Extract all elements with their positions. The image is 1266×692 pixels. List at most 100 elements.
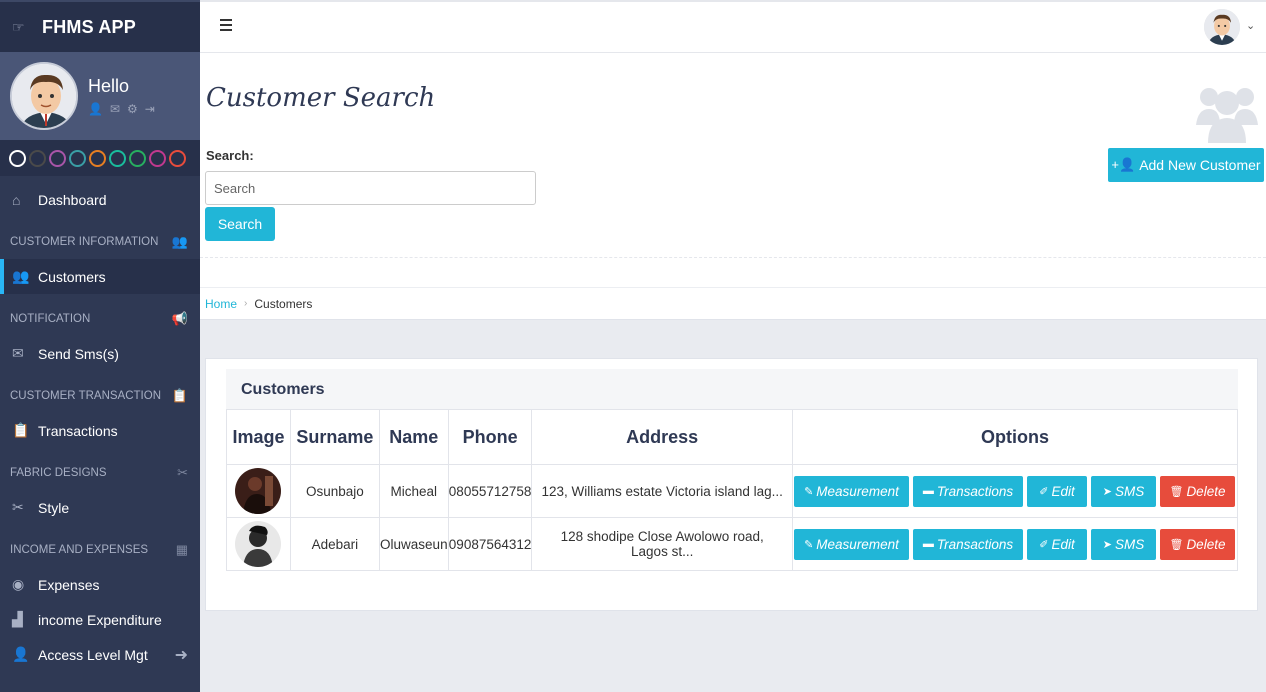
sidebar-item-dashboard[interactable]: ⌂ Dashboard — [0, 182, 200, 217]
book-icon: ▬ — [922, 538, 934, 550]
envelope-icon[interactable]: ✉ — [110, 102, 120, 116]
column-header: Options — [791, 409, 1239, 465]
table-header-row: Image Surname Name Phone Address Options — [226, 409, 1239, 465]
pencil-icon: ✎ — [804, 538, 814, 551]
user-avatar-menu[interactable] — [1204, 9, 1240, 45]
chevron-down-icon[interactable]: ⌄ — [1246, 19, 1255, 32]
column-header: Name — [378, 409, 449, 465]
theme-swatch[interactable] — [129, 149, 146, 167]
theme-swatches — [0, 140, 200, 176]
sidebar-item-label: Expenses — [38, 576, 100, 593]
column-header: Address — [531, 409, 793, 465]
edit-button[interactable]: ✐ Edit — [1026, 475, 1087, 507]
sidebar-item-label: Access Level Mgt — [38, 646, 148, 663]
surname-cell: Adebari — [289, 517, 380, 571]
hamburger-menu-icon[interactable] — [220, 19, 232, 34]
sidebar-item-income-expenditure[interactable]: ▟ income Expenditure — [0, 602, 200, 637]
section-label: NOTIFICATION — [10, 313, 91, 325]
customers-panel: Customers Image Surname Name Phone Addre… — [205, 358, 1258, 611]
user-icon[interactable]: 👤 — [88, 102, 103, 116]
send-icon: ➤ — [1102, 538, 1112, 551]
search-input[interactable] — [205, 171, 536, 205]
theme-swatch[interactable] — [49, 149, 66, 167]
page-title: Customer Search — [206, 83, 436, 113]
button-label: SMS — [1114, 536, 1145, 552]
measurement-button[interactable]: ✎ Measurement — [793, 528, 909, 560]
section-customer-transaction: CUSTOMER TRANSACTION 📋 — [0, 371, 200, 413]
sidebar-item-style[interactable]: ✂ Style — [0, 490, 200, 525]
breadcrumb-home-link[interactable]: Home — [205, 297, 237, 311]
measurement-button[interactable]: ✎ Measurement — [793, 475, 909, 507]
transactions-button[interactable]: ▬ Transactions — [912, 475, 1023, 507]
sms-button[interactable]: ➤ SMS — [1090, 528, 1156, 560]
top-bar: ⌄ — [200, 0, 1266, 53]
theme-swatch[interactable] — [109, 149, 126, 167]
app-title: FHMS APP — [42, 16, 136, 37]
button-label: Delete — [1186, 483, 1226, 499]
name-cell: Oluwaseun — [378, 517, 449, 571]
bar-chart-icon: ▟ — [12, 611, 23, 627]
page-header: Customer Search +👤 Add New Customer Sear… — [200, 53, 1266, 258]
edit-button[interactable]: ✐ Edit — [1026, 528, 1087, 560]
sms-button[interactable]: ➤ SMS — [1090, 475, 1156, 507]
column-header: Surname — [289, 409, 380, 465]
sidebar-item-expenses[interactable]: ◉ Expenses — [0, 567, 200, 602]
table-row: Adebari Oluwaseun 09087564312 128 shodip… — [226, 517, 1239, 571]
transactions-button[interactable]: ▬ Transactions — [912, 528, 1023, 560]
section-label: CUSTOMER INFORMATION — [10, 236, 159, 248]
app-root: ☞ FHMS APP Hello 👤 ✉ ⚙ ⇥ ⌂ Dashboard CUS… — [0, 0, 1266, 692]
clipboard-icon: 📋 — [12, 422, 30, 438]
sidebar-item-label: Send Sms(s) — [38, 345, 119, 362]
user-icon: 👤 — [12, 646, 30, 662]
brand-bar: ☞ FHMS APP — [0, 0, 200, 52]
pointing-hand-icon[interactable]: ☞ — [12, 19, 32, 36]
breadcrumb-separator-icon: › — [244, 298, 248, 309]
button-label: Edit — [1051, 483, 1075, 499]
sidebar-item-customers[interactable]: 👥 Customers — [0, 259, 200, 294]
theme-swatch[interactable] — [169, 149, 186, 167]
breadcrumb-current: Customers — [254, 296, 313, 311]
gear-icon[interactable]: ⚙ — [127, 102, 138, 116]
search-button[interactable]: Search — [205, 207, 275, 241]
trash-icon: 🗑 — [1169, 485, 1184, 498]
edit-icon: ✐ — [1039, 538, 1049, 551]
button-label: SMS — [1114, 483, 1145, 499]
delete-button[interactable]: 🗑 Delete — [1159, 528, 1235, 560]
address-cell: 128 shodipe Close Awolowo road, Lagos st… — [531, 517, 793, 571]
add-button-label: Add New Customer — [1139, 157, 1261, 173]
breadcrumb: Home › Customers — [200, 287, 1266, 320]
section-label: INCOME AND EXPENSES — [10, 544, 149, 556]
theme-swatch[interactable] — [69, 149, 86, 167]
button-label: Transactions — [936, 536, 1014, 552]
add-user-icon: +👤 — [1111, 157, 1136, 172]
customer-photo — [235, 521, 282, 567]
sidebar-item-transactions[interactable]: 📋 Transactions — [0, 413, 200, 448]
greeting-text: Hello — [88, 76, 130, 96]
grid-icon: ▦ — [175, 542, 188, 557]
logout-icon[interactable]: ⇥ — [145, 102, 155, 116]
add-new-customer-button[interactable]: +👤 Add New Customer — [1108, 148, 1264, 182]
theme-swatch[interactable] — [9, 149, 26, 167]
edit-icon: ✐ — [1039, 485, 1049, 498]
sidebar-item-access-level[interactable]: 👤 Access Level Mgt ➜ — [0, 637, 200, 672]
scissors-icon: ✂ — [12, 499, 24, 515]
customer-photo — [235, 468, 282, 514]
sidebar-nav: ⌂ Dashboard CUSTOMER INFORMATION 👥 👥 Cus… — [0, 176, 200, 672]
home-icon: ⌂ — [12, 191, 21, 208]
button-label: Edit — [1051, 536, 1075, 552]
users-group-icon — [1196, 88, 1258, 143]
sidebar-item-label: Style — [38, 499, 70, 516]
address-cell: 123, Williams estate Victoria island lag… — [531, 464, 793, 518]
theme-swatch[interactable] — [89, 149, 106, 167]
phone-cell: 09087564312 — [447, 517, 533, 571]
search-label: Search: — [206, 148, 254, 163]
bullhorn-icon: 📢 — [171, 311, 188, 326]
theme-swatch[interactable] — [29, 149, 46, 167]
column-header: Image — [226, 409, 291, 465]
sidebar-item-send-sms[interactable]: ✉ Send Sms(s) — [0, 336, 200, 371]
button-label: Measurement — [816, 536, 899, 552]
delete-button[interactable]: 🗑 Delete — [1159, 475, 1235, 507]
theme-swatch[interactable] — [149, 149, 166, 167]
sidebar-item-label: Transactions — [38, 422, 118, 439]
button-label: Measurement — [816, 483, 899, 499]
